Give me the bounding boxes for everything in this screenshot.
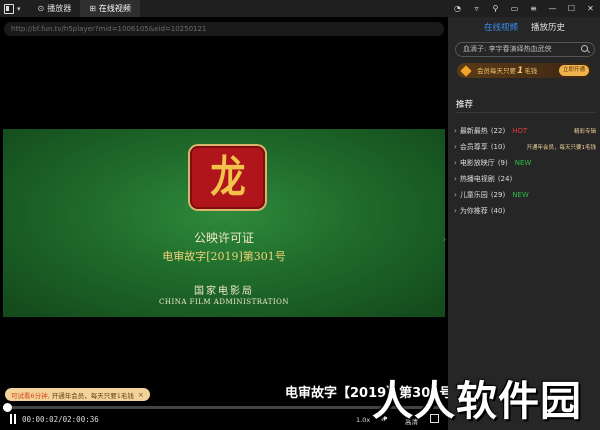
category-label: 会员尊享 (459, 143, 488, 151)
category-label: 电影放映厅 (459, 159, 495, 167)
category-item[interactable]: › 电影放映厅 (9) NEW (454, 155, 598, 171)
close-icon[interactable]: ✕ (581, 0, 600, 17)
diamond-icon (460, 64, 472, 77)
vip-banner[interactable]: 会员每天只要1毛钱 立即开通 (457, 63, 591, 78)
progress-handle[interactable] (3, 403, 13, 412)
trial-highlight: 可试看6分钟, (11, 391, 50, 400)
menu-icon[interactable]: ≡ (524, 0, 543, 17)
category-label: 最新最热 (459, 127, 488, 135)
speed-button[interactable]: 1.0x (356, 416, 370, 424)
title-bar: ▾ ⊙ 播放器 ⊞ 在线视频 ◔ ▿ ⚲ ▭ ≡ — ☐ ✕ (0, 0, 600, 17)
notification-icon[interactable]: ◔ (448, 0, 467, 17)
category-label: 儿童乐园 (459, 191, 488, 199)
tab-online-video[interactable]: 在线视频 (484, 21, 518, 35)
close-icon[interactable]: × (138, 391, 144, 399)
trial-text: 开通年会员，每天只要1毛钱 (51, 391, 134, 400)
pin-icon[interactable]: ⚲ (486, 0, 505, 17)
tab-label: 播放器 (47, 4, 72, 13)
video-frame: 龙 公映许可证 电审故字[2019]第301号 国家电影局 CHINA FILM… (3, 129, 445, 317)
time-display: 00:00:02/02:00:36 (22, 415, 99, 424)
license-title: 公映许可证 (193, 231, 254, 245)
tab-play-history[interactable]: 播放历史 (531, 21, 565, 35)
play-circle-icon: ⊙ (37, 4, 45, 13)
category-item[interactable]: › 为你推荐 (40) (454, 203, 598, 219)
category-item[interactable]: › 热播电视剧 (24) (454, 171, 598, 187)
search-icon[interactable] (581, 45, 588, 52)
pause-button[interactable] (10, 414, 16, 424)
category-count: (10) (490, 143, 506, 151)
grid-icon: ⊞ (89, 4, 96, 13)
chevron-right-icon: › (454, 175, 457, 183)
category-count: (24) (497, 175, 513, 183)
watermark: 人人软件园 (372, 377, 582, 425)
collapse-panel-icon[interactable]: › (443, 235, 446, 244)
category-label: 热播电视剧 (459, 175, 495, 183)
shirt-icon[interactable]: ▿ (467, 0, 486, 17)
url-bar[interactable]: http://bf.fun.tv/h5player?mid=1006105&ei… (4, 22, 444, 36)
maximize-icon[interactable]: ☐ (562, 0, 581, 17)
app-logo-icon[interactable] (4, 3, 14, 14)
chevron-right-icon: › (454, 191, 457, 199)
vip-text: 会员每天只要1毛钱 (477, 66, 538, 76)
category-item[interactable]: › 会员尊享 (10) 开通年会员，每天只要1毛钱 (454, 139, 598, 155)
chevron-right-icon: › (454, 143, 457, 151)
chevron-right-icon: › (454, 159, 457, 167)
category-item[interactable]: › 儿童乐园 (29) NEW (454, 187, 598, 203)
bureau-name-en: CHINA FILM ADMINISTRATION (159, 298, 289, 306)
divider (455, 112, 595, 113)
category-label: 为你推荐 (459, 207, 488, 215)
window-controls: ◔ ▿ ⚲ ▭ ≡ — ☐ ✕ (448, 0, 600, 17)
minimize-icon[interactable]: — (543, 0, 562, 17)
category-item[interactable]: › 最新最热 (22) HOT 精彩专辑 (454, 123, 598, 139)
category-tag: HOT (512, 127, 528, 135)
tab-player[interactable]: ⊙ 播放器 (29, 0, 81, 17)
category-tag: NEW (512, 191, 529, 199)
category-count: (29) (490, 191, 506, 199)
category-note: 开通年会员，每天只要1毛钱 (526, 145, 596, 151)
chevron-down-icon[interactable]: ▾ (17, 5, 21, 13)
film-dragon-logo-icon: 龙 (190, 146, 265, 209)
bureau-name: 国家电影局 (194, 286, 254, 297)
category-note: 精彩专辑 (573, 129, 596, 135)
trial-notice[interactable]: 可试看6分钟, 开通年会员，每天只要1毛钱 × (5, 388, 150, 401)
search-input[interactable]: 血滴子: 李宇春演绎热血武侠 (455, 42, 595, 57)
category-list: › 最新最热 (22) HOT 精彩专辑 › 会员尊享 (10) 开通年会员，每天只要1毛钱 › 电… (454, 123, 598, 219)
section-title: 推荐 (456, 100, 474, 110)
panel-tabs: 在线视频 播放历史 (448, 17, 600, 35)
category-count: (40) (490, 207, 506, 215)
license-number: 电审故字[2019]第301号 (162, 250, 286, 263)
tab-online-video[interactable]: ⊞ 在线视频 (80, 0, 140, 17)
category-count: (22) (490, 127, 506, 135)
tab-label: 在线视频 (98, 4, 131, 13)
search-placeholder: 血滴子: 李宇春演绎热血武侠 (463, 45, 552, 53)
vip-open-button[interactable]: 立即开通 (558, 65, 589, 76)
chevron-right-icon: › (454, 127, 457, 135)
category-tag: NEW (514, 159, 532, 167)
category-count: (9) (497, 159, 508, 167)
chevron-right-icon: › (454, 207, 457, 215)
mail-icon[interactable]: ▭ (505, 0, 524, 17)
